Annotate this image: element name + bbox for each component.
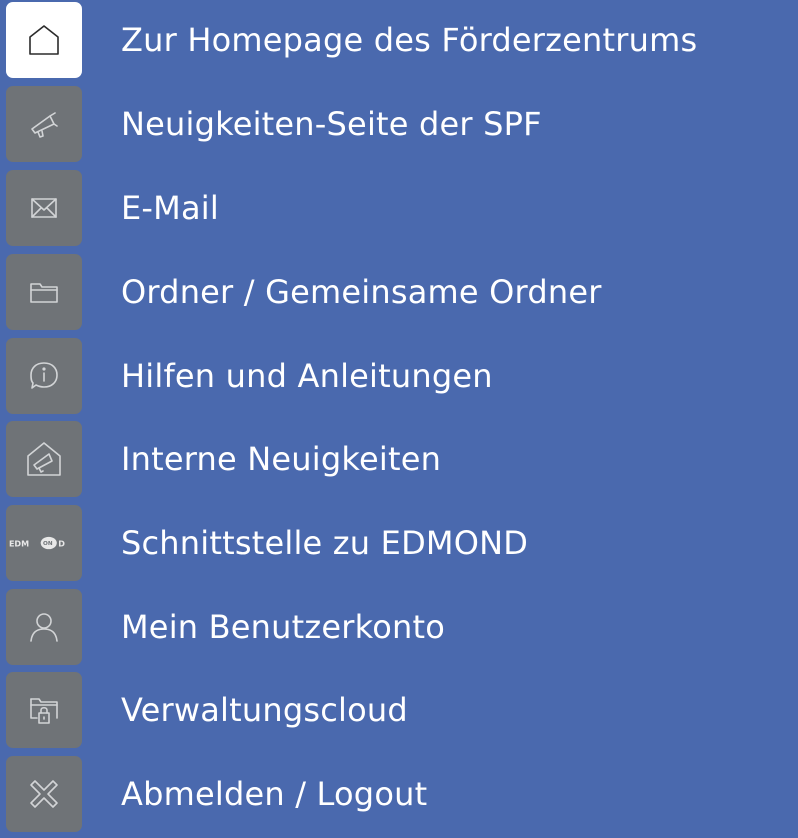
- logout-x-icon: [6, 756, 82, 832]
- menu-item-folders[interactable]: Ordner / Gemeinsame Ordner: [0, 254, 798, 336]
- mail-icon: [6, 170, 82, 246]
- menu-item-label: Hilfen und Anleitungen: [121, 357, 493, 395]
- menu-item-label: Neuigkeiten-Seite der SPF: [121, 105, 542, 143]
- menu-item-homepage[interactable]: Zur Homepage des Förderzentrums: [0, 2, 798, 84]
- svg-text:ON: ON: [43, 541, 53, 547]
- menu-item-email[interactable]: E-Mail: [0, 170, 798, 252]
- user-icon: [6, 589, 82, 665]
- menu-item-label: E-Mail: [121, 189, 219, 227]
- svg-text:EDM: EDM: [9, 539, 29, 548]
- edmond-logo-icon: EDM ON D: [6, 505, 82, 581]
- home-icon: [6, 2, 82, 78]
- menu-item-edmond[interactable]: EDM ON D Schnittstelle zu EDMOND: [0, 505, 798, 587]
- menu-item-label: Schnittstelle zu EDMOND: [121, 524, 529, 562]
- main-menu: Zur Homepage des Förderzentrums Neuigkei…: [0, 0, 798, 832]
- menu-item-news-spf[interactable]: Neuigkeiten-Seite der SPF: [0, 86, 798, 168]
- menu-item-admin-cloud[interactable]: Verwaltungscloud: [0, 672, 798, 754]
- info-bubble-icon: [6, 338, 82, 414]
- menu-item-label: Interne Neuigkeiten: [121, 440, 442, 478]
- svg-text:D: D: [58, 539, 65, 548]
- menu-item-label: Zur Homepage des Förderzentrums: [121, 21, 698, 59]
- menu-item-internal-news[interactable]: Interne Neuigkeiten: [0, 421, 798, 503]
- menu-item-label: Ordner / Gemeinsame Ordner: [121, 273, 602, 311]
- megaphone-icon: [6, 86, 82, 162]
- menu-item-account[interactable]: Mein Benutzerkonto: [0, 589, 798, 671]
- menu-item-help[interactable]: Hilfen und Anleitungen: [0, 338, 798, 420]
- menu-item-label: Verwaltungscloud: [121, 691, 408, 729]
- folder-icon: [6, 254, 82, 330]
- menu-item-logout[interactable]: Abmelden / Logout: [0, 756, 798, 838]
- menu-item-label: Abmelden / Logout: [121, 775, 428, 813]
- menu-item-label: Mein Benutzerkonto: [121, 608, 446, 646]
- house-megaphone-icon: [6, 421, 82, 497]
- locked-folder-icon: [6, 672, 82, 748]
